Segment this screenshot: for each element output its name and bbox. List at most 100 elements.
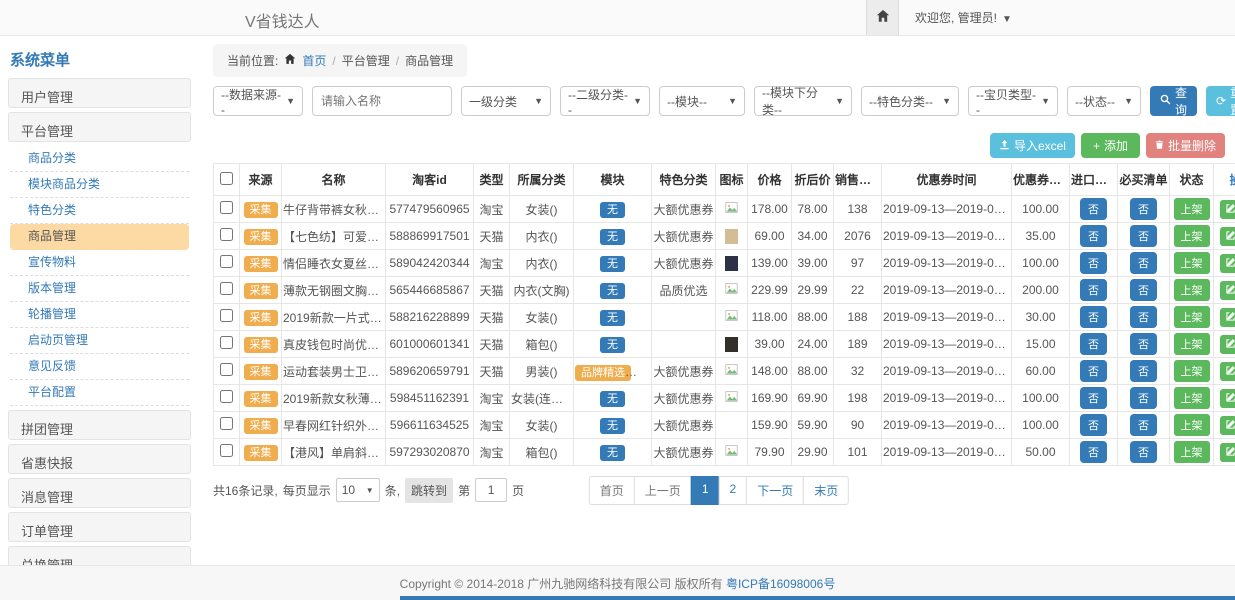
must-buy-toggle[interactable]: 否 [1130,306,1157,328]
feature-category-select[interactable]: --特色分类--▼ [861,86,959,116]
batch-delete-button[interactable]: 批量删除 [1146,133,1225,158]
row-checkbox[interactable] [220,282,233,295]
row-checkbox[interactable] [220,390,233,403]
row-checkbox[interactable] [220,201,233,214]
edit-button[interactable] [1220,335,1235,354]
select-all-checkbox[interactable] [220,172,233,185]
row-checkbox[interactable] [220,255,233,268]
must-buy-toggle[interactable]: 否 [1130,387,1157,409]
imported-toggle[interactable]: 否 [1080,360,1107,382]
row-checkbox[interactable] [220,228,233,241]
imported-toggle[interactable]: 否 [1080,279,1107,301]
table-toolbar: 导入excel + 添加 批量删除 [213,133,1225,158]
row-checkbox[interactable] [220,444,233,457]
imported-toggle[interactable]: 否 [1080,333,1107,355]
must-buy-toggle[interactable]: 否 [1130,441,1157,463]
sidebar-subitem[interactable]: 宣传物料 [10,250,189,276]
edit-button[interactable] [1220,362,1235,381]
status-toggle[interactable]: 上架 [1174,252,1210,274]
edit-button[interactable] [1220,200,1235,219]
query-button[interactable]: 查询 [1150,86,1197,116]
status-toggle[interactable]: 上架 [1174,198,1210,220]
sidebar-subitem[interactable]: 特色分类 [10,198,189,224]
module-sub-select[interactable]: --模块下分类--▼ [754,86,852,116]
operation-group [1220,335,1235,354]
sidebar-subitem[interactable]: 模块商品分类 [10,172,189,198]
sidebar-section[interactable]: 拼团管理 [8,410,191,440]
status-toggle[interactable]: 上架 [1174,279,1210,301]
coupon-amount-cell: 60.00 [1012,358,1070,385]
pager-button[interactable]: 末页 [803,476,849,505]
imported-toggle[interactable]: 否 [1080,306,1107,328]
item-type-select[interactable]: --宝贝类型--▼ [968,86,1058,116]
imported-toggle[interactable]: 否 [1080,441,1107,463]
must-buy-toggle[interactable]: 否 [1130,333,1157,355]
sidebar-section[interactable]: 平台管理 [8,112,191,142]
status-toggle[interactable]: 上架 [1174,333,1210,355]
sidebar-section[interactable]: 用户管理 [8,78,191,108]
breadcrumb-home-link[interactable]: 首页 [302,52,326,69]
sidebar-subitem[interactable]: 轮播管理 [10,302,189,328]
sidebar-subitem[interactable]: 版本管理 [10,276,189,302]
source-cell: 采集 [240,412,282,439]
status-toggle[interactable]: 上架 [1174,441,1210,463]
sidebar-subitem[interactable]: 商品管理 [10,224,189,250]
must-buy-toggle[interactable]: 否 [1130,198,1157,220]
data-source-select[interactable]: --数据来源--▼ [213,86,303,116]
must-buy-toggle[interactable]: 否 [1130,225,1157,247]
per-page-select[interactable]: 10▼ [336,478,380,502]
sidebar-subitem[interactable]: 意见反馈 [10,354,189,380]
user-menu[interactable]: 欢迎您, 管理员!▼ [915,9,1012,26]
level2-category-select[interactable]: --二级分类--▼ [560,86,650,116]
reset-button[interactable]: ⟳ 重置 [1206,86,1235,116]
icp-link[interactable]: 粤ICP备16098006号 [726,575,835,592]
imported-toggle[interactable]: 否 [1080,252,1107,274]
edit-button[interactable] [1220,227,1235,246]
total-records-text: 共16条记录, [213,482,278,499]
must-buy-toggle[interactable]: 否 [1130,360,1157,382]
sidebar-section[interactable]: 省惠快报 [8,444,191,474]
row-checkbox[interactable] [220,417,233,430]
edit-icon [1225,229,1235,244]
import-excel-button[interactable]: 导入excel [990,133,1075,158]
sidebar-section[interactable]: 订单管理 [8,512,191,542]
pager-button[interactable]: 下一页 [746,476,804,505]
pager-button[interactable]: 1 [691,476,720,505]
sidebar-section[interactable]: 消息管理 [8,478,191,508]
table-row: 采集薄款无钢圈文胸聚拢性...565446685867天猫内衣(文胸)无品质优选… [214,277,1235,304]
row-checkbox[interactable] [220,309,233,322]
edit-button[interactable] [1220,416,1235,435]
pager-button[interactable]: 2 [719,476,748,505]
imported-toggle[interactable]: 否 [1080,198,1107,220]
must-buy-toggle[interactable]: 否 [1130,252,1157,274]
row-checkbox[interactable] [220,363,233,376]
imported-toggle[interactable]: 否 [1080,414,1107,436]
name-search-input[interactable] [312,86,452,116]
sidebar-subitem[interactable]: 平台配置 [10,380,189,406]
status-toggle[interactable]: 上架 [1174,414,1210,436]
status-toggle[interactable]: 上架 [1174,387,1210,409]
add-button[interactable]: + 添加 [1081,133,1140,158]
edit-button[interactable] [1220,254,1235,273]
page-number-input[interactable] [475,478,507,502]
imported-toggle[interactable]: 否 [1080,387,1107,409]
edit-button[interactable] [1220,308,1235,327]
sidebar-subitem[interactable]: 商品分类 [10,146,189,172]
status-toggle[interactable]: 上架 [1174,225,1210,247]
jump-button[interactable]: 跳转到 [405,478,453,503]
sidebar-section[interactable]: 兑换管理 [8,546,191,565]
edit-button[interactable] [1220,281,1235,300]
must-buy-toggle[interactable]: 否 [1130,414,1157,436]
edit-button[interactable] [1220,443,1235,462]
imported-toggle[interactable]: 否 [1080,225,1107,247]
status-toggle[interactable]: 上架 [1174,306,1210,328]
sidebar-subitem[interactable]: 启动页管理 [10,328,189,354]
status-select[interactable]: --状态--▼ [1067,86,1141,116]
must-buy-toggle[interactable]: 否 [1130,279,1157,301]
module-select[interactable]: --模块--▼ [659,86,745,116]
home-button[interactable] [866,0,899,35]
level1-category-select[interactable]: 一级分类▼ [461,86,551,116]
edit-button[interactable] [1220,389,1235,408]
status-toggle[interactable]: 上架 [1174,360,1210,382]
row-checkbox[interactable] [220,336,233,349]
